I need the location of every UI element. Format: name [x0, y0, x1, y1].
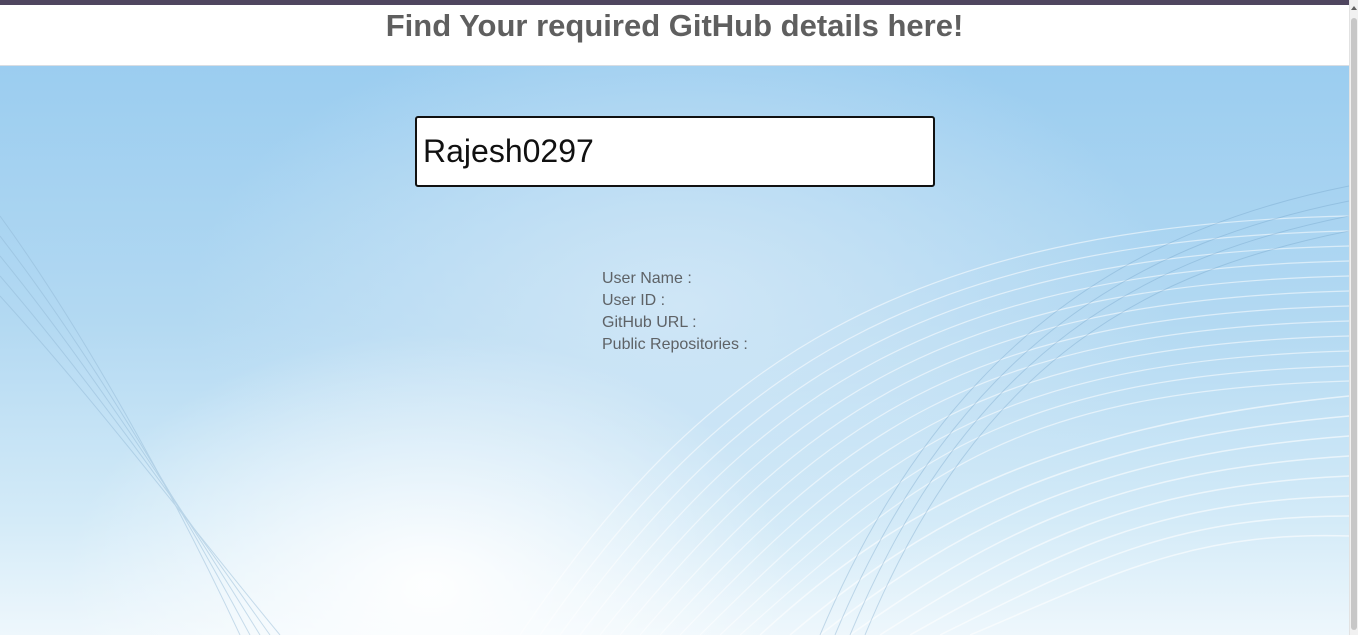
user-id-label: User ID :	[602, 292, 666, 309]
scrollbar-thumb[interactable]	[1351, 18, 1357, 630]
page-title: Find Your required GitHub details here!	[385, 8, 964, 43]
github-username-input[interactable]	[415, 116, 935, 187]
user-name-label: User Name :	[602, 270, 692, 287]
header: Find Your required GitHub details here!	[0, 5, 1349, 66]
public-repositories-label: Public Repositories :	[602, 336, 748, 353]
user-details: User Name : User ID : GitHub URL : Publi…	[602, 268, 748, 356]
page: Find Your required GitHub details here!	[0, 0, 1358, 635]
hero-background: User Name : User ID : GitHub URL : Publi…	[0, 66, 1349, 635]
vertical-scrollbar[interactable]	[1349, 0, 1358, 635]
scroll-up-arrow-icon[interactable]	[1351, 6, 1357, 10]
github-url-label: GitHub URL :	[602, 314, 697, 331]
